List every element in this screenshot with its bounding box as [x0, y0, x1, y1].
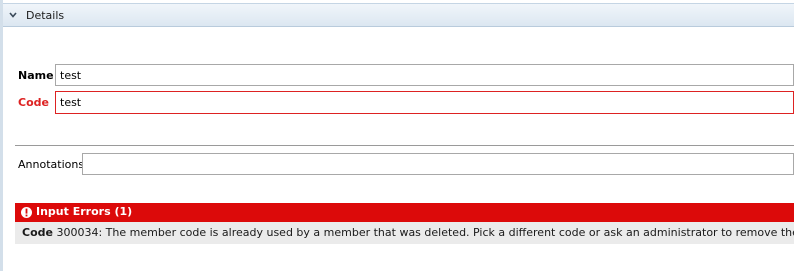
details-page: Details Name Code Annotations Input Erro… [0, 0, 794, 271]
chevron-down-icon[interactable] [8, 10, 18, 20]
annotations-label: Annotations [18, 158, 85, 171]
code-input[interactable] [55, 91, 794, 114]
panel-title: Details [26, 9, 65, 22]
code-label: Code [18, 96, 49, 109]
left-border [0, 0, 3, 271]
error-message: 300034: The member code is already used … [56, 226, 794, 239]
error-item: Code 300034: The member code is already … [22, 226, 794, 239]
divider [15, 145, 794, 146]
input-errors-title: Input Errors (1) [36, 205, 133, 218]
name-label: Name [18, 69, 54, 82]
input-errors-header: Input Errors (1) [15, 203, 794, 222]
input-errors-list: Code 300034: The member code is already … [15, 222, 794, 244]
exclamation-circle-icon [21, 207, 32, 218]
details-panel-header[interactable]: Details [3, 3, 794, 27]
error-field-name: Code [22, 226, 53, 239]
name-input[interactable] [55, 64, 794, 86]
annotations-input[interactable] [82, 153, 794, 175]
